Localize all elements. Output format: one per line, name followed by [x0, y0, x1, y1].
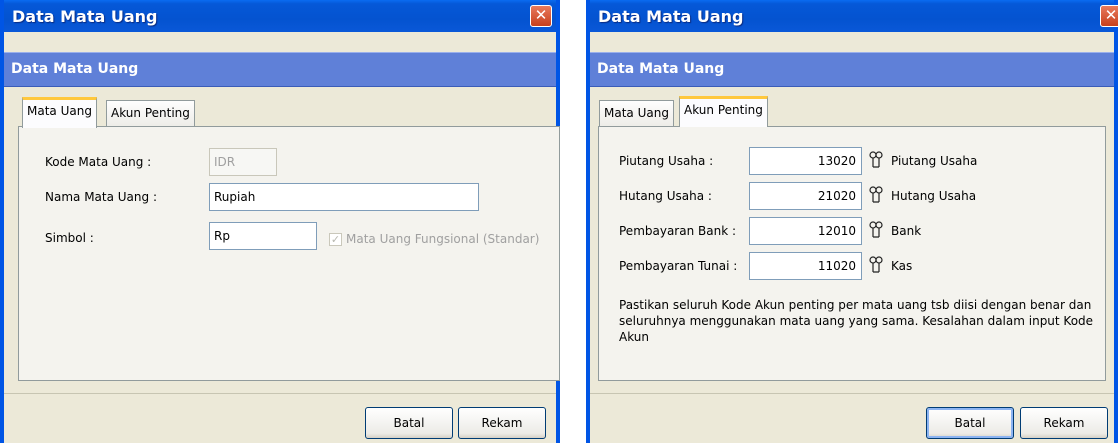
- hutang-usaha-account-name: Hutang Usaha: [891, 189, 977, 203]
- rekam-button[interactable]: Rekam: [458, 407, 546, 439]
- kode-mata-uang-field: IDR: [209, 148, 277, 176]
- pembayaran-tunai-code-field[interactable]: 11020: [749, 252, 862, 280]
- binoculars-icon[interactable]: [869, 150, 883, 170]
- mata-uang-fungsional-label: Mata Uang Fungsional (Standar): [346, 232, 540, 246]
- simbol-field[interactable]: Rp: [209, 222, 317, 250]
- nama-mata-uang-label: Nama Mata Uang :: [45, 190, 157, 204]
- tab-mata-uang[interactable]: Mata Uang: [22, 97, 97, 128]
- tab-mata-uang[interactable]: Mata Uang: [599, 100, 674, 128]
- binoculars-icon[interactable]: [869, 220, 883, 240]
- rekam-button[interactable]: Rekam: [1020, 407, 1108, 439]
- piutang-usaha-label: Piutang Usaha :: [619, 154, 714, 168]
- button-bar: Batal Rekam: [4, 393, 556, 444]
- batal-button[interactable]: Batal: [365, 407, 453, 439]
- close-icon[interactable]: ✕: [530, 5, 552, 27]
- window-title: Data Mata Uang: [12, 7, 158, 26]
- nama-mata-uang-field[interactable]: Rupiah: [209, 183, 479, 211]
- window-title: Data Mata Uang: [598, 7, 744, 26]
- tab-akun-penting[interactable]: Akun Penting: [106, 100, 195, 128]
- pembayaran-tunai-label: Pembayaran Tunai :: [619, 259, 738, 273]
- mata-uang-fungsional-checkbox[interactable]: ✓: [329, 233, 342, 246]
- button-bar: Batal Rekam: [590, 393, 1114, 444]
- header-title: Data Mata Uang: [11, 61, 139, 77]
- piutang-usaha-code-field[interactable]: 13020: [749, 147, 862, 175]
- batal-button[interactable]: Batal: [926, 407, 1014, 439]
- pembayaran-bank-account-name: Bank: [891, 224, 922, 238]
- dialog-data-mata-uang-1: Data Mata Uang ✕ Data Mata Uang Mata Uan…: [0, 0, 560, 443]
- tab-akun-penting[interactable]: Akun Penting: [679, 96, 768, 127]
- binoculars-icon[interactable]: [869, 255, 883, 275]
- dialog-data-mata-uang-2: Data Mata Uang ✕ Data Mata Uang Mata Uan…: [586, 0, 1118, 443]
- pembayaran-bank-code-field[interactable]: 12010: [749, 217, 862, 245]
- tab-panel-mata-uang: Kode Mata Uang : IDR Nama Mata Uang : Ru…: [18, 126, 560, 381]
- title-bar[interactable]: Data Mata Uang ✕: [4, 0, 556, 32]
- pembayaran-tunai-account-name: Kas: [891, 259, 913, 273]
- title-bar[interactable]: Data Mata Uang ✕: [590, 0, 1118, 32]
- hutang-usaha-code-field[interactable]: 21020: [749, 182, 862, 210]
- simbol-label: Simbol :: [45, 231, 94, 245]
- piutang-usaha-account-name: Piutang Usaha: [891, 154, 978, 168]
- close-icon[interactable]: ✕: [1100, 5, 1118, 27]
- header-band: Data Mata Uang: [590, 52, 1114, 87]
- binoculars-icon[interactable]: [869, 185, 883, 205]
- warning-note: Pastikan seluruh Kode Akun penting per m…: [619, 298, 1094, 344]
- hutang-usaha-label: Hutang Usaha :: [619, 189, 712, 203]
- header-band: Data Mata Uang: [4, 52, 556, 87]
- kode-mata-uang-label: Kode Mata Uang :: [45, 155, 152, 169]
- pembayaran-bank-label: Pembayaran Bank :: [619, 224, 737, 238]
- header-title: Data Mata Uang: [597, 61, 725, 77]
- tab-panel-akun-penting: Piutang Usaha : 13020 Piutang Usaha Huta…: [598, 126, 1106, 381]
